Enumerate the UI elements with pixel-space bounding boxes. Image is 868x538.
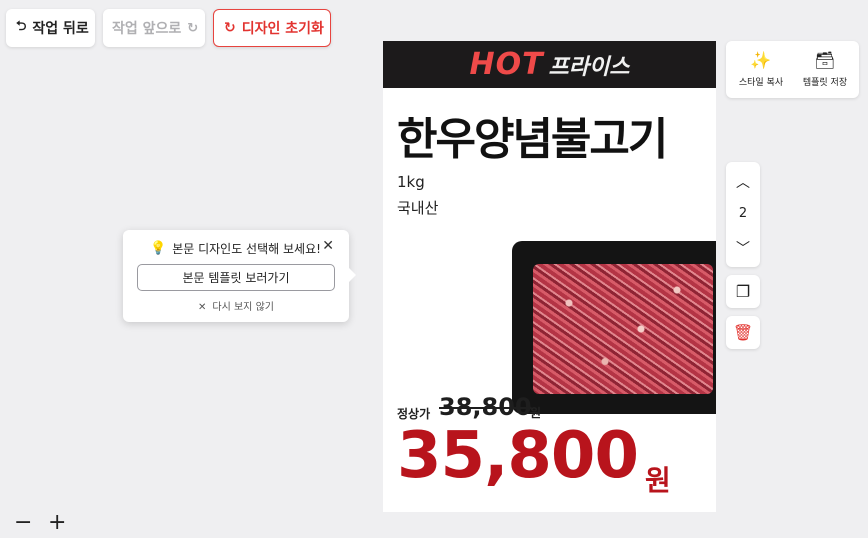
save-template-button[interactable]: 🗃 템플릿 저장 [793, 49, 857, 88]
lightbulb-icon: 💡 [150, 241, 167, 256]
undo-icon: ⮌ [16, 19, 27, 34]
tooltip-title: 본문 디자인도 선택해 보세요! [172, 242, 321, 256]
reset-design-button[interactable]: ↻ 디자인 초기화 [213, 9, 331, 47]
tooltip-title-row: 💡 본문 디자인도 선택해 보세요! [150, 240, 321, 257]
product-origin[interactable]: 국내산 [397, 197, 438, 218]
close-small-icon: ✕ [198, 302, 207, 313]
dont-show-again-label: 다시 보지 않기 [212, 302, 274, 313]
minus-icon: − [14, 510, 33, 535]
duplicate-button[interactable]: ❐ [726, 275, 760, 308]
redo-button[interactable]: 작업 앞으로 ↻ [103, 9, 205, 47]
archive-icon: 🗃 [814, 51, 836, 71]
product-image[interactable] [512, 241, 716, 414]
style-tools-panel: ✨ 스타일 복사 🗃 템플릿 저장 [726, 41, 859, 98]
product-weight[interactable]: 1kg [397, 173, 425, 191]
copy-style-label: 스타일 복사 [738, 78, 784, 88]
redo-icon: ↻ [187, 20, 199, 36]
hot-price-banner: HOT 프라이스 [383, 41, 716, 88]
bulgogi-meat-image [533, 264, 713, 394]
undo-label: 작업 뒤로 [32, 21, 89, 37]
save-template-label: 템플릿 저장 [802, 78, 848, 88]
banner-price-text: 프라이스 [548, 54, 630, 80]
page-number: 2 [738, 206, 748, 221]
refresh-icon: ↻ [224, 20, 236, 36]
reset-label: 디자인 초기화 [241, 21, 324, 37]
close-icon[interactable]: ✕ [322, 238, 334, 254]
trash-icon: 🗑 [732, 323, 754, 342]
chevron-up-icon[interactable]: ︿ [726, 172, 760, 192]
sale-price[interactable]: 35,800 [397, 419, 639, 493]
regular-price[interactable]: 38,800 [439, 393, 532, 421]
magic-wand-icon: ✨ [750, 51, 772, 71]
copy-style-button[interactable]: ✨ 스타일 복사 [729, 49, 793, 88]
undo-button[interactable]: ⮌ 작업 뒤로 [6, 9, 95, 47]
product-card-canvas[interactable]: HOT 프라이스 한우양념불고기 1kg 국내산 정상가 38,800 원 35… [383, 41, 716, 512]
sale-price-unit: 원 [645, 464, 671, 497]
product-name[interactable]: 한우양념불고기 [397, 103, 668, 167]
delete-button[interactable]: 🗑 [726, 316, 760, 349]
plus-icon: + [48, 510, 67, 535]
zoom-out-button[interactable]: − [14, 510, 32, 535]
zoom-in-button[interactable]: + [48, 510, 66, 535]
copy-icon: ❐ [735, 282, 751, 301]
dont-show-again-link[interactable]: ✕ 다시 보지 않기 [123, 298, 349, 313]
tooltip-arrow [349, 268, 356, 282]
view-body-templates-button[interactable]: 본문 템플릿 보러가기 [137, 264, 335, 291]
page-order-control: ︿ 2 ﹀ [726, 162, 760, 267]
body-design-tooltip: 💡 본문 디자인도 선택해 보세요! ✕ 본문 템플릿 보러가기 ✕ 다시 보지 … [123, 230, 356, 322]
chevron-down-icon[interactable]: ﹀ [726, 238, 760, 258]
redo-label: 작업 앞으로 [112, 21, 182, 37]
banner-hot-text: HOT [469, 47, 544, 82]
